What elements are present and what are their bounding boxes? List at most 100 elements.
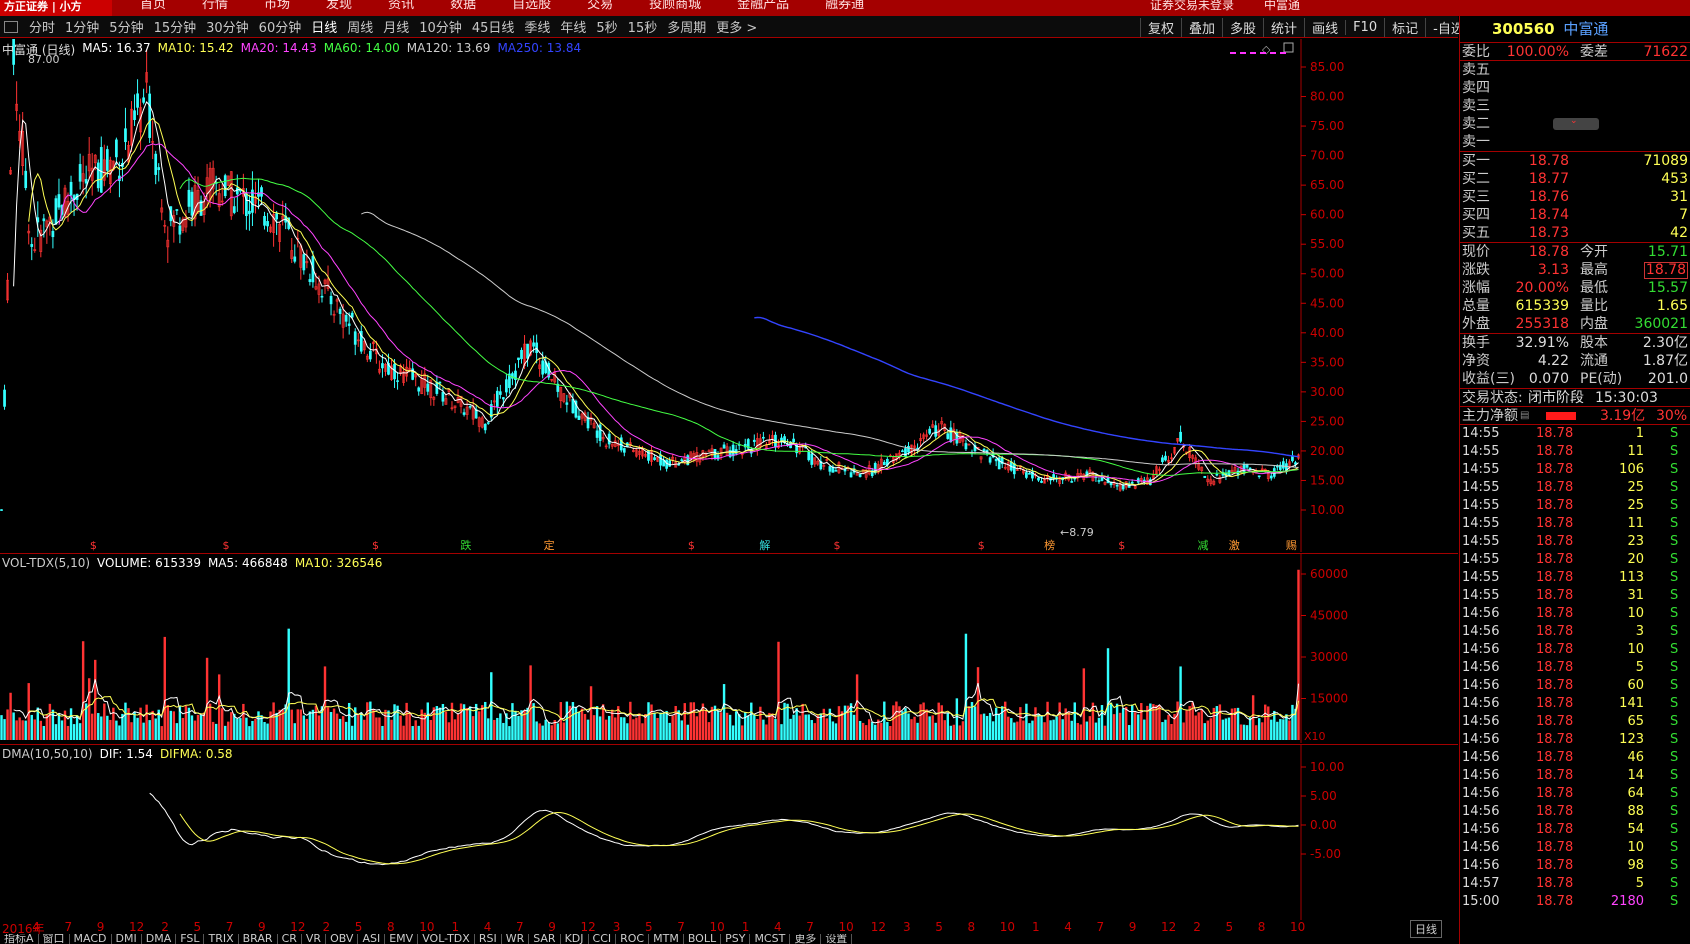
indicator-tab[interactable]: OBV [326,934,359,944]
period-tab[interactable]: 多周期 [662,17,711,36]
volume-bar [940,705,943,740]
indicator-tab[interactable]: 更多 [790,934,822,944]
tool-button[interactable]: 画线 [1304,17,1345,37]
top-menu-item[interactable]: 资讯 [388,0,414,16]
indicator-tab[interactable]: ASI [358,934,386,944]
tool-button[interactable]: 复权 [1140,17,1181,37]
top-menu-item[interactable]: 首页 [140,0,166,16]
indicator-tab[interactable]: FSL [176,934,205,944]
stock-name[interactable]: 中富通 [1563,20,1608,38]
volume-bar [332,708,336,740]
ask-level[interactable]: 卖三 [1460,97,1690,115]
order-book: ⌄ 卖五 卖四 卖三 卖二 卖一 买一 18.78 71089 买二 18.77 453 买三 18.… [1460,60,1690,242]
indicator-tab[interactable]: VOL-TDX [418,934,475,944]
indicator-tab[interactable]: SAR [529,934,561,944]
bid-level[interactable]: 买四 18.74 7 [1460,206,1690,224]
period-tab[interactable]: 分时 [24,17,60,36]
date-tick-label: 4 [483,920,492,934]
indicator-tab[interactable]: ROC [616,934,650,944]
period-tab[interactable]: 更多 > [711,17,762,36]
kline-panel[interactable]: 85.00 80.00 75.00 70.00 65.00 60.00 55.00 50.00… [0,39,1458,552]
period-tab[interactable]: 15秒 [623,17,663,36]
tool-button[interactable]: 标记 [1384,17,1425,37]
candle-body [187,189,191,207]
indicator-tab[interactable]: 设置 [821,934,853,944]
volume-chart[interactable]: 60000 45000 30000 15000 X10 [0,554,1458,743]
tick-row: 14:56 18.78 64 S [1460,785,1690,803]
indicator-tab[interactable]: RSI [475,934,502,944]
period-tab[interactable]: 10分钟 [414,17,467,36]
price-tick-label: 25.00 [1310,414,1344,428]
indicator-tab[interactable]: DMA [142,934,177,944]
period-tab[interactable]: 季线 [519,17,555,36]
ask-level[interactable]: 卖一 [1460,133,1690,151]
candle-body [142,97,145,103]
top-menu-item[interactable]: 金融产品 [737,0,789,16]
top-menu-item[interactable]: 行情 [202,0,228,16]
volume-tick-label: 15000 [1310,692,1348,706]
dma-chart[interactable]: 10.00 5.00 0.00 -5.00 [0,745,1458,920]
tick-list[interactable]: 14:55 18.78 1 S 14:55 18.78 11 S 14:55 18.78 106 S 1… [1460,424,1690,911]
top-right-item[interactable]: 证券交易未登录 [1150,0,1234,11]
bid-level[interactable]: 买五 18.73 42 [1460,224,1690,242]
indicator-tab[interactable]: WR [502,934,530,944]
top-menu-item[interactable]: 数据 [450,0,476,16]
top-menu-item[interactable]: 市场 [264,0,290,16]
period-tab[interactable]: 60分钟 [254,17,307,36]
indicator-tab[interactable]: KDJ [561,934,589,944]
candle-body [468,406,472,408]
indicator-tab[interactable]: CR [278,934,302,944]
indicator-tab[interactable]: 窗口 [39,934,70,944]
ask-level[interactable]: 卖四 [1460,79,1690,97]
indicator-tab[interactable]: TRIX [204,934,239,944]
kline-chart[interactable]: 85.00 80.00 75.00 70.00 65.00 60.00 55.00 50.00… [0,39,1458,552]
tool-button[interactable]: 叠加 [1181,17,1222,37]
volume-bar [892,705,895,740]
ask-level[interactable]: 卖二 [1460,115,1690,133]
bid-level[interactable]: 买二 18.77 453 [1460,170,1690,188]
top-menu-item[interactable]: 融券通 [825,0,864,16]
top-right-item[interactable]: 中富通 [1264,0,1300,11]
tool-button[interactable]: 多股 [1222,17,1263,37]
volume-panel[interactable]: 60000 45000 30000 15000 X10 VOL-TDX(5,10) VOL… [0,553,1458,743]
top-menu-item[interactable]: 发现 [326,0,352,16]
bid-level[interactable]: 买三 18.76 31 [1460,188,1690,206]
top-menu-item[interactable]: 交易 [587,0,613,16]
brand-logo[interactable]: 方正证券 | 小方 [0,0,112,16]
event-marker: 定 [544,538,555,552]
indicator-tab[interactable]: CCI [589,934,617,944]
indicator-tab[interactable]: PSY [721,934,751,944]
period-tab[interactable]: 45日线 [467,17,520,36]
bid-level[interactable]: 买一 18.78 71089 [1460,152,1690,170]
top-menu-item[interactable]: 投顾商城 [649,0,701,16]
tool-button[interactable]: F10 [1345,19,1384,35]
indicator-tab[interactable]: MCST [750,934,791,944]
indicator-tab[interactable]: MTM [649,934,684,944]
indicator-tab[interactable]: BRAR [239,934,278,944]
volume-bar [1013,722,1016,740]
period-tab[interactable]: 周线 [342,17,378,36]
period-tab[interactable]: 年线 [555,17,591,36]
volume-bar [774,718,777,740]
dma-panel[interactable]: 10.00 5.00 0.00 -5.00 DMA(10,50,10) DIF: 1.5… [0,744,1458,920]
period-tab[interactable]: 5秒 [591,17,622,36]
tool-button[interactable]: 统计 [1263,17,1304,37]
indicator-tab[interactable]: DMI [112,934,142,944]
ask-level[interactable]: 卖五 [1460,61,1690,79]
period-tab[interactable]: 5分钟 [104,17,148,36]
indicator-tab[interactable]: VR [302,934,327,944]
period-tab[interactable]: 月线 [378,17,414,36]
volume-bar [193,720,197,740]
period-tab[interactable]: 15分钟 [149,17,202,36]
period-tab[interactable]: 30分钟 [201,17,254,36]
period-tab[interactable]: 日线 [306,17,342,36]
period-tab[interactable]: 1分钟 [60,17,104,36]
indicator-tab[interactable]: 指标A [0,934,39,944]
indicator-tab[interactable]: MACD [70,934,112,944]
volume-bar [91,713,94,740]
indicator-tab[interactable]: EMV [385,934,419,944]
netflow-row[interactable]: 主力净额 ▤ 3.19亿 30% [1460,406,1690,424]
layout-grid-icon[interactable] [4,20,18,33]
indicator-tab[interactable]: BOLL [684,934,722,944]
top-menu-item[interactable]: 自选股 [512,0,551,16]
